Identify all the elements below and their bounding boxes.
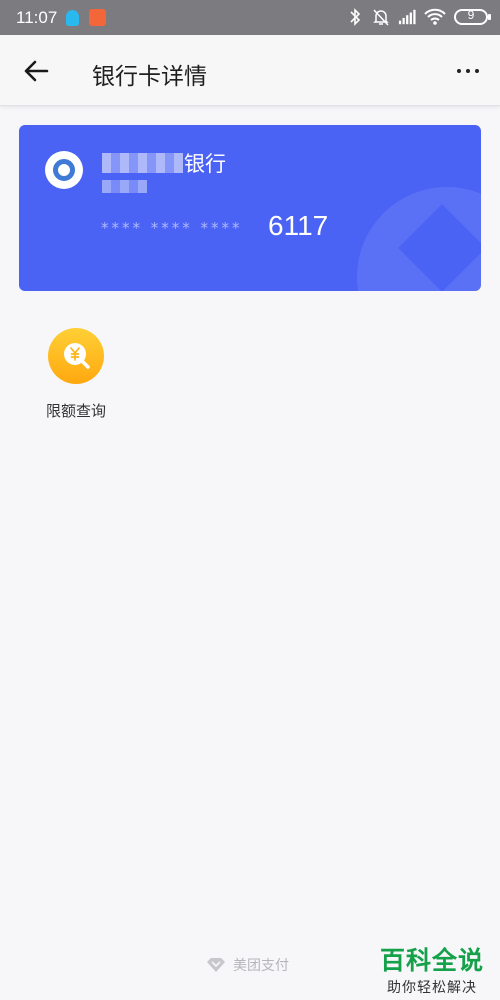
limit-query-button[interactable]: 限额查询 <box>40 328 112 421</box>
more-button[interactable] <box>450 53 486 89</box>
status-bar: 11:07 9 <box>0 0 500 35</box>
battery-icon: 9 <box>454 8 491 25</box>
footer-brand: 美团支付 <box>206 955 289 975</box>
card-last-four: 6117 <box>268 210 329 241</box>
bluetooth-icon <box>350 8 361 26</box>
card-number-mask: **** **** **** <box>101 219 243 237</box>
card-watermark-icon <box>357 187 481 291</box>
watermark-title: 百科全说 <box>379 946 484 975</box>
bank-card[interactable]: 银行 **** **** **** 6117 <box>19 125 481 291</box>
status-time: 11:07 <box>16 8 58 27</box>
bank-logo-icon <box>45 151 83 189</box>
back-arrow-icon <box>24 60 49 82</box>
more-icon <box>457 69 461 73</box>
mute-icon <box>373 9 389 26</box>
battery-level: 9 <box>467 8 475 22</box>
footer-brand-text: 美团支付 <box>233 958 289 974</box>
signal-icon <box>398 9 416 25</box>
back-button[interactable] <box>16 53 56 89</box>
wifi-icon <box>424 8 446 25</box>
baike-watermark: 百科全说 助你轻松解决 <box>374 941 490 997</box>
bank-name-suffix: 银行 <box>184 152 226 176</box>
yuan-search-icon <box>48 328 104 384</box>
meituan-pay-logo-icon <box>207 958 225 972</box>
qq-icon <box>66 10 79 26</box>
navigation-bar: 银行卡详情 <box>0 35 500 106</box>
app-notification-icon <box>89 9 106 26</box>
limit-query-label: 限额查询 <box>45 402 106 420</box>
bank-name-mosaic <box>102 153 183 173</box>
watermark-subtitle: 助你轻松解决 <box>387 980 477 996</box>
card-type-mosaic <box>102 180 147 193</box>
page-title: 银行卡详情 <box>92 64 207 90</box>
